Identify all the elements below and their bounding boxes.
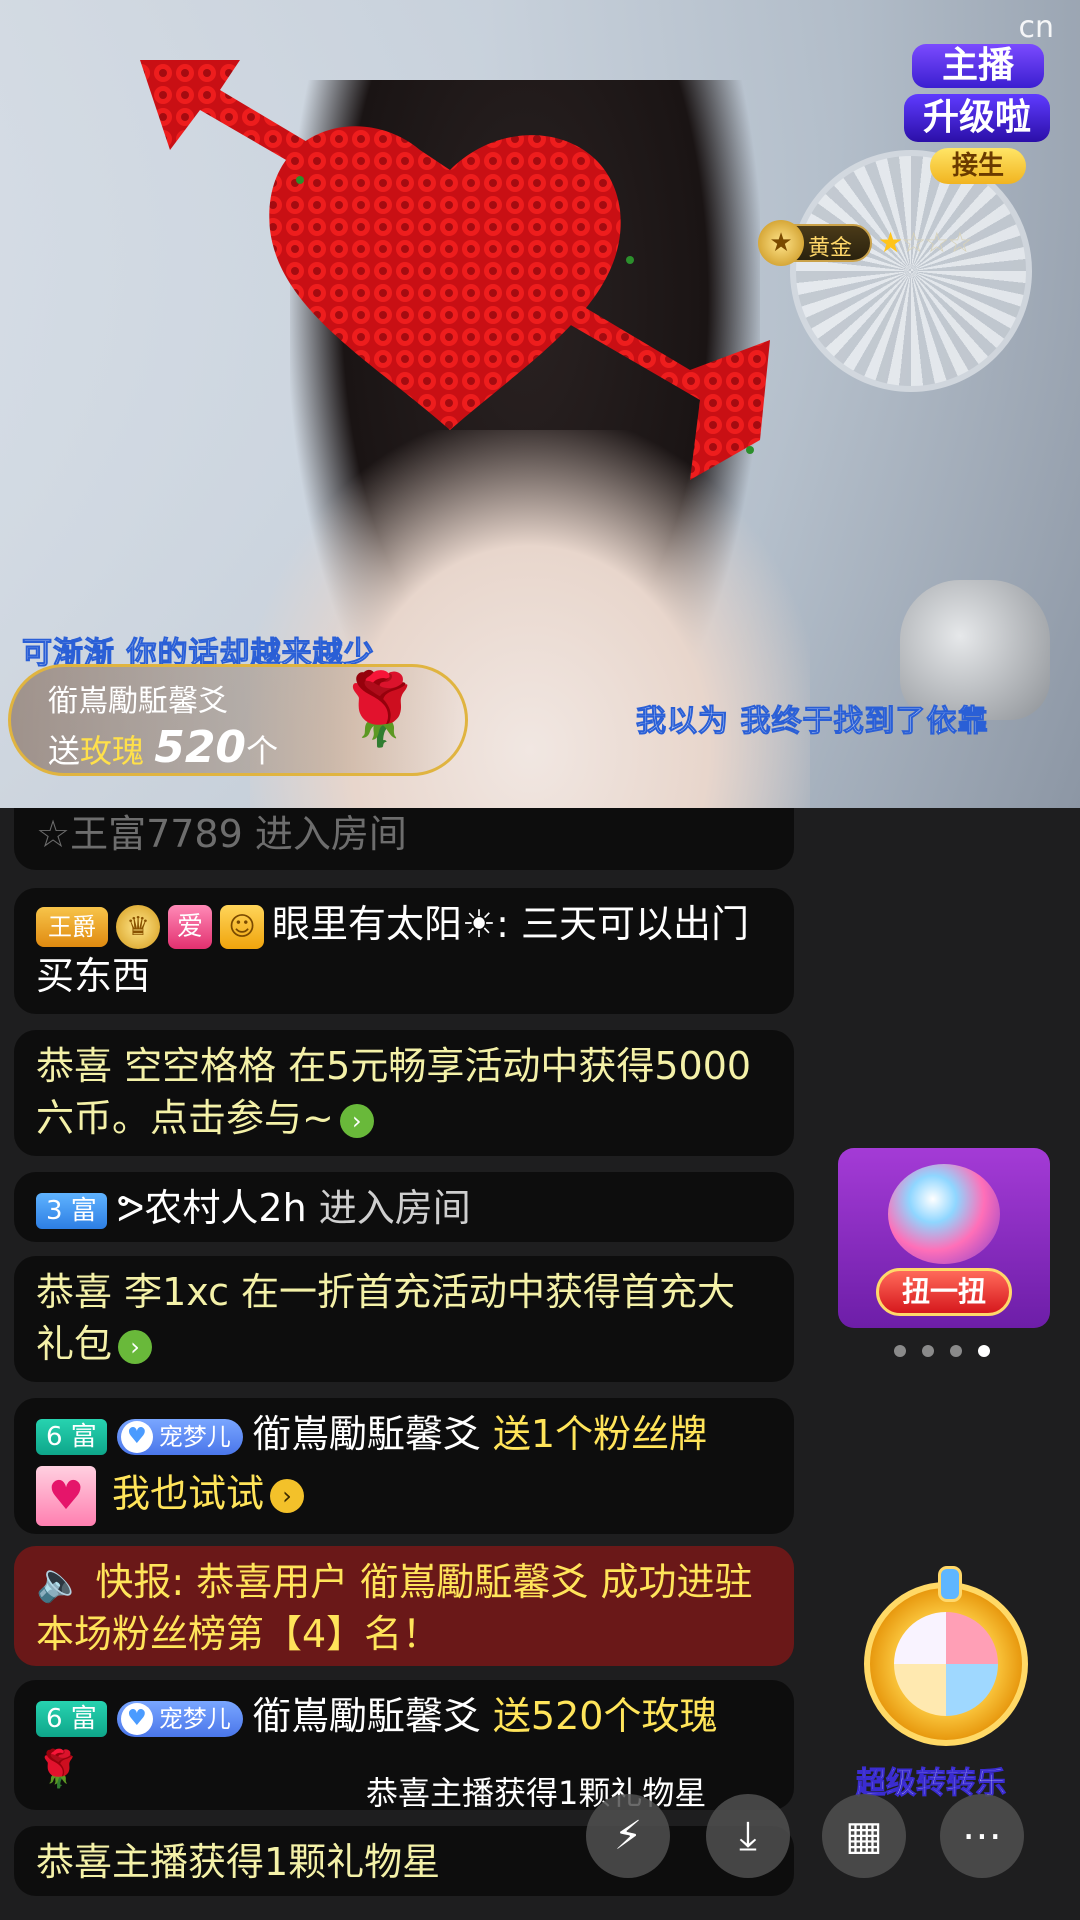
chat-message: 恭喜主播获得1颗礼物星 <box>14 1826 794 1896</box>
share-icon[interactable]: ⚡ <box>586 1794 670 1878</box>
chat-message[interactable]: 恭喜 空空格格 在5元畅享活动中获得5000六币。点击参与~ › <box>14 1030 794 1156</box>
crown-icon: ♛ <box>116 904 160 949</box>
announcement-text: 快报: 恭喜用户 衜嶌勵駈馨爻 成功进驻本场粉丝榜第【4】名！ <box>36 1560 753 1656</box>
promo-line1: 主播 <box>912 44 1044 88</box>
partial-message: ☆王富7789 进入房间 <box>36 812 407 856</box>
chevron-right-icon[interactable]: › <box>339 1103 374 1138</box>
carousel-dots <box>894 1342 1006 1361</box>
fan-badge: ♥ 宠梦儿 <box>116 1418 243 1455</box>
more-icon[interactable]: ⋯ <box>940 1794 1024 1878</box>
gift-text: 送1个粉丝牌 <box>480 1412 708 1456</box>
gift-text: 送520个玫瑰 <box>480 1694 718 1738</box>
system-text: 恭喜主播获得1颗礼物星 <box>36 1840 441 1884</box>
gift-unit: 个 <box>246 732 279 770</box>
rose-heart-effect <box>140 60 770 480</box>
fan-badge: ♥ 宠梦儿 <box>116 1700 243 1737</box>
sender-name[interactable]: 衜嶌勵駈馨爻 <box>253 1412 481 1456</box>
promo-line3: 接生 <box>930 148 1026 184</box>
message-text: 进入房间 <box>306 1186 471 1230</box>
star-medal-icon: ★ <box>758 220 804 266</box>
chat-message: 6 富 ♥ 宠梦儿 衜嶌勵駈馨爻 送1个粉丝牌 ♥ 我也试试 › <box>14 1398 794 1534</box>
heart-icon: ♥ <box>120 1420 153 1453</box>
rich-level-badge: 6 富 <box>36 1418 107 1455</box>
person-icon: ☺ <box>220 904 264 949</box>
wheel-disc <box>894 1612 998 1716</box>
chat-message: 王爵 ♛ 爱 ☺ 眼里有太阳☀: 三天可以出门买东西 <box>14 888 794 1014</box>
fan-badge-label: 宠梦儿 <box>158 1704 231 1733</box>
sender-name[interactable]: 衜嶌勵駈馨爻 <box>253 1694 481 1738</box>
heart-icon: ♥ <box>120 1702 153 1735</box>
platform-watermark: cn <box>1018 10 1054 45</box>
gift-sender: 衜嶌勵駈馨爻 <box>48 684 228 719</box>
level-badge[interactable]: ★ 黄金 <box>758 220 872 266</box>
chat-message: 3 富 ᕗ农村人2h 进入房间 <box>14 1172 794 1242</box>
chat-message: ☆王富7789 进入房间 <box>14 808 794 870</box>
try-button[interactable]: 我也试试 <box>112 1472 264 1516</box>
lyric-line-bottom: 我以为 我终于找到了依靠 <box>635 704 989 740</box>
rich-level-badge: 6 富 <box>36 1700 107 1737</box>
gift-line: 送玫瑰 520个 <box>48 722 278 773</box>
promo-line2: 升级啦 <box>904 94 1050 142</box>
chat-message[interactable]: 恭喜 李1xc 在一折首充活动中获得首充大礼包 › <box>14 1256 794 1382</box>
anchor-upgrade-promo[interactable]: cn 主播 升级啦 接生 <box>904 10 1054 184</box>
gacha-ad-banner[interactable]: 扭一扭 <box>838 1148 1050 1328</box>
gift-send-word: 送 <box>48 732 81 770</box>
system-text: 恭喜 空空格格 在5元畅享活动中获得5000六币。点击参与~ <box>36 1044 752 1140</box>
chevron-right-icon[interactable]: › <box>118 1329 153 1364</box>
rose-icon: 🌹 <box>336 668 424 750</box>
title-badge: 王爵 <box>36 906 108 947</box>
lucky-wheel-icon[interactable] <box>864 1566 1028 1746</box>
sender-name[interactable]: 眼里有太阳☀ <box>272 902 496 946</box>
level-badge-label: 黄金 <box>808 236 853 261</box>
twist-button[interactable]: 扭一扭 <box>876 1268 1012 1316</box>
chevron-right-icon[interactable]: › <box>270 1479 305 1513</box>
rose-icon: 🌹 <box>36 1749 81 1790</box>
announcement-message: 🔈 快报: 恭喜用户 衜嶌勵駈馨爻 成功进驻本场粉丝榜第【4】名！ <box>14 1546 794 1666</box>
download-icon[interactable]: ⤓ <box>706 1794 790 1878</box>
fan-badge-label: 宠梦儿 <box>158 1422 231 1451</box>
love-badge: 爱 <box>168 904 212 949</box>
live-video[interactable]: cn 主播 升级啦 接生 ★ 黄金 ★☆☆☆ 可渐渐 你的话却越来越少 我以为 … <box>0 0 1080 808</box>
grid-icon[interactable]: ▦ <box>822 1794 906 1878</box>
fan-heart-icon: ♥ <box>36 1466 96 1526</box>
speaker-icon: 🔈 <box>36 1560 84 1604</box>
level-stars: ★☆☆☆ <box>878 226 972 259</box>
sender-name[interactable]: ᕗ农村人2h <box>117 1186 307 1230</box>
gacha-ball-icon <box>888 1164 1000 1264</box>
gift-count: 520 <box>154 722 247 773</box>
rich-level-badge: 3 富 <box>36 1192 107 1229</box>
wheel-pin-icon <box>938 1566 962 1602</box>
gift-name: 玫瑰 <box>80 732 145 770</box>
